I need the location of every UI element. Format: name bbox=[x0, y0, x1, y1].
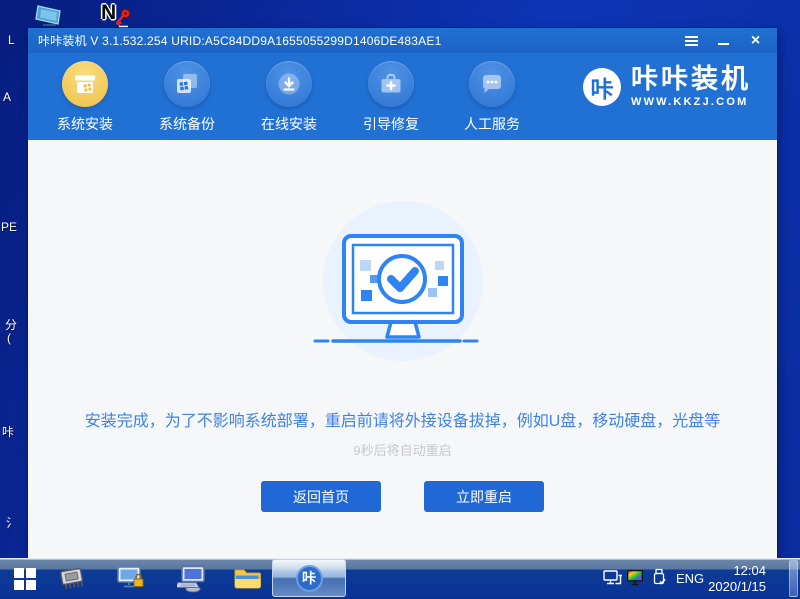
desktop-icon-label-fragment: 咔 bbox=[2, 423, 14, 440]
nav-label: 引导修复 bbox=[345, 114, 437, 134]
nav-label: 人工服务 bbox=[446, 114, 538, 134]
desktop-icon-label-fragment: 氵 bbox=[6, 514, 18, 531]
kaka-logo-icon: 咔 bbox=[583, 68, 621, 106]
tray-clock[interactable]: 12:04 2020/1/15 bbox=[708, 558, 766, 599]
minimize-icon[interactable] bbox=[716, 33, 731, 48]
success-monitor-illustration bbox=[303, 193, 503, 363]
brand-url: WWW.KKZJ.COM bbox=[631, 96, 751, 108]
desktop-n-key-icon[interactable]: N bbox=[101, 2, 137, 30]
taskbar-folder-icon[interactable] bbox=[233, 567, 261, 596]
desktop-icon-label-fragment: L bbox=[8, 33, 15, 47]
desktop-icon-label-fragment: A bbox=[3, 90, 11, 104]
nav-bar: 系统安装 系统备份 bbox=[28, 53, 777, 140]
desktop-icon-label-fragment: ( bbox=[7, 331, 11, 345]
nav-item-boot-repair[interactable]: 引导修复 bbox=[345, 61, 437, 134]
taskbar: 咔 bbox=[0, 558, 800, 599]
taskbar-pc-keyboard-icon[interactable] bbox=[177, 565, 207, 598]
windows-logo-icon bbox=[13, 567, 37, 591]
show-desktop-button[interactable] bbox=[789, 560, 798, 597]
tray-time: 12:04 bbox=[733, 563, 766, 579]
brand-logo: 咔 咔咔装机 WWW.KKZJ.COM bbox=[583, 66, 751, 108]
close-icon[interactable]: × bbox=[748, 33, 763, 48]
desktop-screen: N L A PE 分 ( 咔 氵 咔咔装机 V 3.1.532.254 URID… bbox=[0, 0, 800, 599]
button-row: 返回首页 立即重启 bbox=[28, 481, 777, 512]
tray-display-color-icon[interactable] bbox=[626, 569, 646, 591]
taskbar-pc-lock-icon[interactable] bbox=[116, 565, 146, 598]
taskbar-kaka-installer-button[interactable]: 咔 bbox=[272, 559, 346, 597]
restart-countdown: 9秒后将自动重启 bbox=[28, 440, 777, 459]
tray-network-icon[interactable] bbox=[603, 570, 623, 592]
taskbar-cpu-chip-icon[interactable] bbox=[57, 566, 87, 597]
tray-usb-safe-remove-icon[interactable] bbox=[651, 568, 667, 592]
backup-copy-icon bbox=[164, 61, 210, 107]
titlebar[interactable]: 咔咔装机 V 3.1.532.254 URID:A5C84DD9A1655055… bbox=[28, 28, 777, 53]
nav-label: 系统备份 bbox=[141, 114, 233, 134]
content-area: 安装完成，为了不影响系统部署，重启前请将外接设备拔掉，例如U盘，移动硬盘，光盘等… bbox=[28, 140, 777, 558]
kaka-logo-icon: 咔 bbox=[296, 565, 323, 592]
back-home-button[interactable]: 返回首页 bbox=[261, 481, 381, 512]
brand-name: 咔咔装机 bbox=[631, 66, 751, 93]
nav-item-system-backup[interactable]: 系统备份 bbox=[141, 61, 233, 134]
nav-label: 系统安装 bbox=[39, 114, 131, 134]
boot-repair-toolbox-icon bbox=[368, 61, 414, 107]
tray-date: 2020/1/15 bbox=[708, 579, 766, 595]
red-key-icon bbox=[113, 8, 133, 28]
online-download-icon bbox=[266, 61, 312, 107]
nav-item-online-install[interactable]: 在线安装 bbox=[243, 61, 335, 134]
menu-icon[interactable] bbox=[684, 33, 699, 48]
nav-item-support[interactable]: 人工服务 bbox=[446, 61, 538, 134]
desktop-icon-label-fragment: PE bbox=[1, 220, 17, 234]
nav-item-system-install[interactable]: 系统安装 bbox=[39, 61, 131, 134]
nav-label: 在线安装 bbox=[243, 114, 335, 134]
install-package-icon bbox=[62, 61, 108, 107]
window-controls: × bbox=[684, 33, 763, 48]
installer-window: 咔咔装机 V 3.1.532.254 URID:A5C84DD9A1655055… bbox=[28, 28, 777, 558]
tray-language-indicator[interactable]: ENG bbox=[676, 558, 704, 599]
install-complete-message: 安装完成，为了不影响系统部署，重启前请将外接设备拔掉，例如U盘，移动硬盘，光盘等 bbox=[28, 407, 777, 431]
support-chat-icon bbox=[469, 61, 515, 107]
start-button[interactable] bbox=[13, 567, 37, 596]
window-title: 咔咔装机 V 3.1.532.254 URID:A5C84DD9A1655055… bbox=[38, 32, 684, 49]
restart-now-button[interactable]: 立即重启 bbox=[424, 481, 544, 512]
